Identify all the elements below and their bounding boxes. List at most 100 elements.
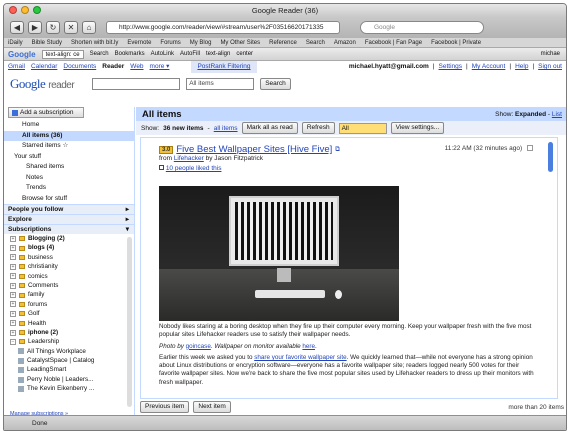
- subscription-feed[interactable]: CatalystSpace | Catalog: [4, 356, 134, 365]
- minimize-window-button[interactable]: [21, 6, 29, 14]
- bookmark-item[interactable]: Facebook | Private: [431, 38, 481, 47]
- reload-button[interactable]: ↻: [46, 21, 60, 34]
- add-subscription-button[interactable]: Add a subscription: [8, 107, 84, 118]
- my-account-link[interactable]: My Account: [472, 61, 506, 73]
- bookmark-item[interactable]: Amazon: [334, 38, 356, 47]
- subscription-folder[interactable]: + family: [4, 290, 134, 299]
- expand-folder-icon[interactable]: +: [10, 282, 16, 289]
- subscription-feed[interactable]: The Kevin Eikenberry ...: [4, 384, 134, 393]
- all-items-link[interactable]: all items: [214, 125, 238, 132]
- subscription-folder[interactable]: + Golf: [4, 309, 134, 318]
- next-item-button[interactable]: Next item: [193, 401, 231, 413]
- entry-source-link[interactable]: Lifehacker: [174, 155, 204, 162]
- subscription-folder[interactable]: + Comments: [4, 281, 134, 290]
- share-wallpaper-link[interactable]: share your favorite wallpaper site: [254, 354, 346, 361]
- subscription-folder[interactable]: − Leadership: [4, 337, 134, 346]
- subscription-folder[interactable]: + blogs (4): [4, 243, 134, 252]
- google-toolbar-term[interactable]: center: [236, 51, 253, 57]
- bookmark-item[interactable]: Reference: [269, 38, 297, 47]
- reader-search-input[interactable]: [92, 78, 181, 90]
- expand-folder-icon[interactable]: +: [10, 292, 16, 299]
- search-button[interactable]: Search: [260, 78, 291, 90]
- bookmark-item[interactable]: iDaily: [8, 38, 23, 47]
- photo-credit-link[interactable]: goincase: [186, 343, 211, 350]
- expand-folder-icon[interactable]: +: [10, 273, 16, 280]
- nav-web[interactable]: Web: [130, 61, 143, 73]
- bookmark-item[interactable]: Bible Study: [32, 38, 62, 47]
- bookmark-item[interactable]: Forums: [160, 38, 180, 47]
- forward-button[interactable]: ▶: [28, 21, 42, 34]
- google-toolbar-autofill[interactable]: AutoFill: [180, 51, 200, 57]
- explore-header[interactable]: Explore ▸: [4, 214, 134, 224]
- sign-out-link[interactable]: Sign out: [538, 61, 562, 73]
- google-toolbar-autolink[interactable]: AutoLink: [151, 51, 174, 57]
- bookmark-item[interactable]: My Other Sites: [220, 38, 260, 47]
- expand-folder-icon[interactable]: +: [10, 254, 16, 261]
- stop-button[interactable]: ✕: [64, 21, 78, 34]
- bookmark-item[interactable]: Search: [306, 38, 325, 47]
- subscriptions-header[interactable]: Subscriptions ▾: [4, 224, 134, 234]
- filter-select[interactable]: All: [338, 122, 387, 134]
- expand-folder-icon[interactable]: +: [10, 329, 16, 336]
- sidebar-item-your-stuff[interactable]: Your stuff: [4, 152, 134, 163]
- sidebar-item-all-items[interactable]: All items (36): [4, 130, 134, 141]
- expand-folder-icon[interactable]: +: [10, 320, 16, 327]
- sidebar-item-home[interactable]: Home: [4, 120, 134, 131]
- subscription-feed[interactable]: All Things Workplace: [4, 347, 134, 356]
- google-toolbar-term[interactable]: text-align: [206, 51, 230, 57]
- sidebar-item-notes[interactable]: Notes: [4, 173, 134, 184]
- sidebar-item-starred[interactable]: Starred items ☆: [4, 141, 134, 152]
- subscription-folder[interactable]: + forums: [4, 300, 134, 309]
- sidebar-item-browse[interactable]: Browse for stuff: [4, 194, 134, 205]
- sidebar-item-shared[interactable]: Shared items: [4, 162, 134, 173]
- subscription-folder[interactable]: + comics: [4, 272, 134, 281]
- help-link[interactable]: Help: [515, 61, 528, 73]
- likes-link[interactable]: 10 people liked this: [166, 165, 222, 172]
- entries-scrollbar[interactable]: [548, 142, 553, 172]
- subscription-folder[interactable]: + Blogging (2): [4, 234, 134, 243]
- google-reader-logo[interactable]: Google reader: [10, 76, 75, 92]
- bookmark-item[interactable]: Facebook | Fan Page: [365, 38, 422, 47]
- expand-folder-icon[interactable]: +: [10, 310, 16, 317]
- nav-more[interactable]: more ▾: [150, 61, 170, 73]
- entry-title[interactable]: Five Best Wallpaper Sites [Hive Five]: [176, 144, 332, 155]
- nav-calendar[interactable]: Calendar: [31, 61, 57, 73]
- previous-item-button[interactable]: Previous item: [140, 401, 190, 413]
- search-scope-select[interactable]: All items: [186, 78, 255, 90]
- expand-folder-icon[interactable]: +: [10, 245, 16, 252]
- nav-documents[interactable]: Documents: [63, 61, 96, 73]
- new-items-count[interactable]: 36 new items: [163, 125, 203, 132]
- bookmark-item[interactable]: Evernote: [127, 38, 151, 47]
- google-toolbar-input[interactable]: text-align: ce: [41, 49, 84, 59]
- google-toolbar-search[interactable]: Search: [90, 51, 109, 57]
- sidebar-item-trends[interactable]: Trends: [4, 183, 134, 194]
- view-settings-button[interactable]: View settings...: [390, 122, 445, 134]
- nav-gmail[interactable]: Gmail: [8, 61, 25, 73]
- bookmark-item[interactable]: Shorten with bit.ly: [71, 38, 118, 47]
- settings-link[interactable]: Settings: [439, 61, 463, 73]
- people-you-follow-header[interactable]: People you follow ▸: [4, 204, 134, 214]
- postrank-filtering-link[interactable]: PostRank Filtering: [191, 61, 257, 73]
- view-list[interactable]: List: [552, 111, 562, 118]
- view-expanded[interactable]: Expanded: [515, 111, 546, 118]
- subscription-folder[interactable]: + business: [4, 253, 134, 262]
- home-button[interactable]: ⌂: [82, 21, 96, 34]
- expand-folder-icon[interactable]: +: [10, 235, 16, 242]
- mark-all-read-button[interactable]: Mark all as read: [241, 122, 298, 134]
- expand-folder-icon[interactable]: +: [10, 301, 16, 308]
- subscription-feed[interactable]: Perry Noble | Leaders...: [4, 375, 134, 384]
- refresh-button[interactable]: Refresh: [301, 122, 335, 134]
- browser-search-input[interactable]: Google: [360, 21, 484, 34]
- subscription-folder[interactable]: + christianity: [4, 262, 134, 271]
- zoom-window-button[interactable]: [33, 6, 41, 14]
- google-toolbar-account[interactable]: michae: [541, 51, 566, 57]
- wallpaper-link[interactable]: here: [302, 343, 315, 350]
- back-button[interactable]: ◀: [10, 21, 24, 34]
- subscription-folder[interactable]: + Health: [4, 319, 134, 328]
- subscription-feed[interactable]: LeadingSmart: [4, 365, 134, 374]
- google-toolbar-bookmarks[interactable]: Bookmarks: [115, 51, 145, 57]
- sidebar-scrollbar[interactable]: [127, 237, 132, 407]
- external-link-icon[interactable]: ⧉: [335, 146, 340, 154]
- close-window-button[interactable]: [9, 6, 17, 14]
- bookmark-item[interactable]: My Blog: [190, 38, 212, 47]
